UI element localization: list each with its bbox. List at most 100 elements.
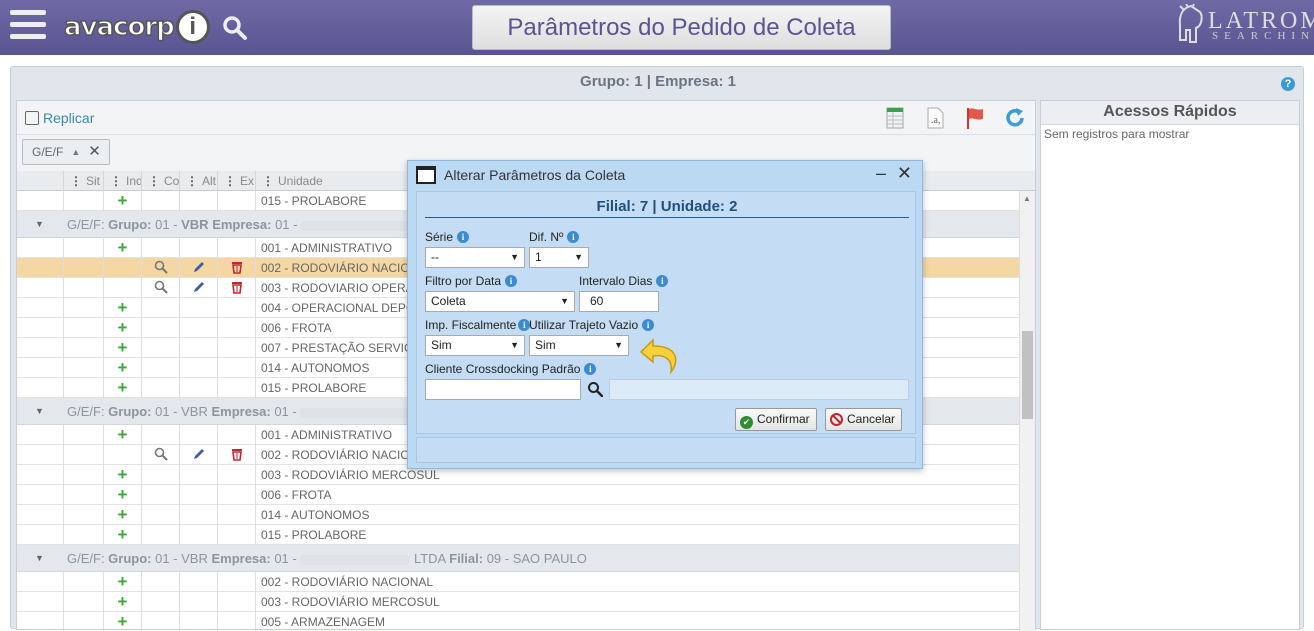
add-icon[interactable]: + — [118, 358, 128, 377]
trash-icon[interactable] — [231, 447, 243, 461]
info-icon[interactable]: i — [656, 275, 669, 287]
add-icon[interactable]: + — [118, 612, 128, 631]
copy-icon — [25, 111, 39, 125]
add-icon[interactable]: + — [118, 465, 128, 484]
add-icon[interactable]: + — [118, 318, 128, 337]
add-icon[interactable]: + — [118, 485, 128, 504]
add-icon[interactable]: + — [118, 338, 128, 357]
spreadsheet-icon[interactable] — [883, 106, 907, 130]
edit-icon[interactable] — [192, 260, 206, 274]
col-ind[interactable]: ⋮Ind — [103, 171, 141, 191]
dialog-body: Filial: 7 | Unidade: 2 Série i -- ▼ Dif. N… — [416, 191, 916, 434]
info-icon[interactable]: i — [567, 231, 580, 243]
unit-label: 015 - PROLABORE — [255, 525, 1019, 545]
trajeto-select[interactable]: Sim ▼ — [529, 335, 629, 356]
dialog-header[interactable]: Alterar Parâmetros da Coleta – ✕ — [408, 161, 922, 189]
unit-label: 002 - RODOVIÁRIO NACIONAL — [255, 572, 1019, 592]
imp-label: Imp. Fiscalmente i — [425, 318, 531, 332]
serie-select[interactable]: -- ▼ — [425, 247, 525, 268]
view-icon[interactable] — [154, 260, 168, 274]
table-row[interactable]: +002 - RODOVIÁRIO NACIONAL — [17, 572, 1019, 592]
group-label: G/E/F: Grupo: 01 - VBR Empresa: 01 - LTD… — [67, 551, 587, 566]
table-row[interactable]: +015 - PROLABORE — [17, 525, 1019, 545]
add-icon[interactable]: + — [118, 525, 128, 544]
cancel-icon — [830, 413, 843, 426]
menu-icon[interactable] — [10, 10, 46, 42]
col-alt[interactable]: ⋮ Alt — [179, 171, 217, 191]
confirm-button[interactable]: ✔ Confirmar — [735, 408, 817, 431]
replicar-label: Replicar — [43, 110, 95, 126]
info-icon[interactable]: i — [505, 275, 518, 287]
col-co[interactable]: ⋮ Co — [141, 171, 179, 191]
caret-down-icon[interactable]: ▼ — [35, 398, 44, 425]
logo-text: avacorp — [63, 11, 175, 43]
dif-label: Dif. Nº i — [529, 230, 580, 244]
dropdown-arrow-icon: ▼ — [574, 252, 583, 262]
view-icon[interactable] — [154, 447, 168, 461]
dropdown-arrow-icon: ▼ — [614, 340, 623, 350]
close-icon[interactable]: ✕ — [897, 163, 912, 184]
cancel-button[interactable]: Cancelar — [825, 408, 903, 431]
replicar-button[interactable]: Replicar — [25, 110, 94, 126]
brand-sub: SEARCHIN — [1212, 30, 1314, 42]
minimize-icon[interactable]: – — [876, 163, 886, 184]
table-row[interactable]: +006 - FROTA — [17, 485, 1019, 505]
search-icon[interactable] — [587, 381, 603, 397]
view-icon[interactable] — [154, 280, 168, 294]
unit-label: 006 - FROTA — [255, 485, 1019, 505]
table-row[interactable]: +005 - ARMAZENAGEM — [17, 612, 1019, 631]
caret-down-icon[interactable]: ▼ — [35, 211, 44, 238]
table-row[interactable]: +003 - RODOVIÁRIO MERCOSUL — [17, 592, 1019, 612]
add-icon[interactable]: + — [118, 298, 128, 317]
refresh-icon[interactable] — [1003, 106, 1027, 130]
add-icon[interactable]: + — [118, 572, 128, 591]
dif-select[interactable]: 1 ▼ — [529, 247, 589, 268]
sort-asc-icon[interactable]: ▲ — [71, 140, 80, 164]
search-icon[interactable] — [222, 15, 248, 41]
cliente-input[interactable] — [425, 379, 581, 400]
scroll-up-icon[interactable]: ▲ — [1023, 194, 1031, 203]
info-icon[interactable]: i — [642, 319, 655, 331]
intervalo-label: Intervalo Dias i — [579, 274, 669, 288]
add-icon[interactable]: + — [118, 238, 128, 257]
cliente-label: Cliente Crossdocking Padrão i — [425, 362, 597, 376]
info-icon[interactable]: i — [584, 363, 597, 375]
cliente-description — [609, 379, 909, 400]
imp-select[interactable]: Sim ▼ — [425, 335, 525, 356]
dropdown-arrow-icon: ▼ — [510, 340, 519, 350]
caret-down-icon[interactable]: ▼ — [35, 545, 44, 572]
edit-icon[interactable] — [192, 280, 206, 294]
add-icon[interactable]: + — [118, 425, 128, 444]
info-icon[interactable]: i — [457, 231, 470, 243]
group-label: G/E/F: Grupo: 01 - VBR Empresa: 01 - — [67, 211, 412, 238]
edit-icon[interactable] — [192, 447, 206, 461]
flag-icon[interactable] — [963, 106, 987, 130]
trash-icon[interactable] — [231, 280, 243, 294]
vertical-scrollbar[interactable]: ▲ — [1019, 191, 1035, 631]
col-ex[interactable]: ⋮ Ex — [217, 171, 255, 191]
help-icon[interactable]: ? — [1281, 77, 1295, 91]
intervalo-input[interactable]: 60 — [579, 291, 659, 312]
table-row[interactable]: +014 - AUTONOMOS — [17, 505, 1019, 525]
add-icon[interactable]: + — [118, 191, 128, 210]
svg-text:.a,: .a, — [931, 115, 940, 126]
group-row[interactable]: ▼ G/E/F: Grupo: 01 - VBR Empresa: 01 - L… — [17, 545, 1019, 572]
add-icon[interactable]: + — [118, 505, 128, 524]
quick-access-panel: Acessos Rápidos Sem registros para mostr… — [1040, 100, 1300, 630]
groupby-chip[interactable]: G/E/F ▲ ✕ — [22, 139, 110, 165]
dropdown-arrow-icon: ▼ — [560, 296, 569, 306]
trash-icon[interactable] — [231, 260, 243, 274]
scroll-thumb[interactable] — [1022, 331, 1033, 419]
brand-logo: LATROM SEARCHIN — [1174, 2, 1314, 48]
unit-label: 003 - RODOVIÁRIO MERCOSUL — [255, 592, 1019, 612]
text-document-icon[interactable]: .a, — [923, 106, 947, 130]
group-title: Grupo: 1 | Empresa: 1 — [580, 73, 736, 90]
add-icon[interactable]: + — [118, 378, 128, 397]
dropdown-arrow-icon: ▼ — [510, 252, 519, 262]
helmet-icon — [1178, 4, 1203, 43]
col-sit[interactable]: ⋮ Sit — [63, 171, 103, 191]
add-icon[interactable]: + — [118, 592, 128, 611]
filtro-select[interactable]: Coleta ▼ — [425, 291, 575, 312]
unit-label: 005 - ARMAZENAGEM — [255, 612, 1019, 631]
remove-group-icon[interactable]: ✕ — [88, 140, 101, 164]
